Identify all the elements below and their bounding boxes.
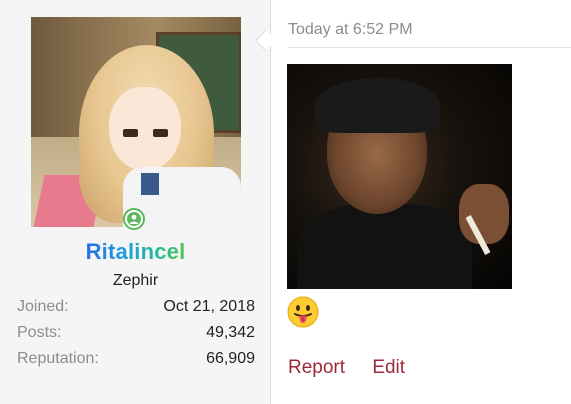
- stat-label: Reputation:: [17, 350, 99, 367]
- user-avatar[interactable]: [31, 17, 241, 227]
- stat-value[interactable]: 49,342: [206, 324, 255, 350]
- message-actions: Report Edit: [288, 357, 427, 379]
- avatar-eye-right: [153, 129, 168, 137]
- image-figure-hand: [459, 184, 509, 244]
- stat-value: Oct 21, 2018: [163, 298, 255, 315]
- username-link[interactable]: Ritalincel: [0, 239, 271, 265]
- user-info-panel: Ritalincel Zephir Joined: Oct 21, 2018 P…: [0, 0, 271, 404]
- image-figure-hat: [315, 78, 440, 133]
- avatar-eye-left: [123, 129, 138, 137]
- stat-value: 66,909: [206, 350, 255, 367]
- avatar-tie: [141, 173, 159, 195]
- stat-row-joined: Joined: Oct 21, 2018: [17, 298, 255, 324]
- online-status-icon: [123, 208, 145, 230]
- date-divider: [288, 47, 571, 48]
- image-figure-body: [297, 204, 472, 289]
- report-link[interactable]: Report: [288, 357, 345, 378]
- stat-label: Joined:: [17, 298, 69, 315]
- user-title: Zephir: [112, 272, 159, 289]
- post-image[interactable]: [287, 64, 512, 289]
- tongue-out-emoji-icon: [287, 296, 319, 328]
- stat-row-posts: Posts: 49,342: [17, 324, 255, 350]
- avatar-face: [109, 87, 181, 171]
- post-date-link[interactable]: Today at 6:52 PM: [288, 21, 413, 39]
- message-content: Today at 6:52 PM Report Edit: [271, 0, 571, 404]
- edit-link[interactable]: Edit: [372, 357, 405, 378]
- stat-row-reputation: Reputation: 66,909: [17, 350, 255, 376]
- user-stats: Joined: Oct 21, 2018 Posts: 49,342 Reput…: [17, 298, 255, 376]
- stat-label: Posts:: [17, 324, 62, 341]
